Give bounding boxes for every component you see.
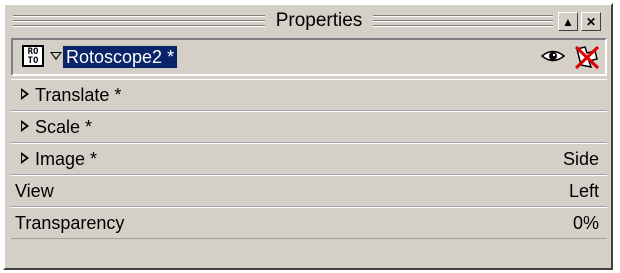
expand-icon[interactable] xyxy=(21,120,29,132)
property-row-translate[interactable]: Translate * xyxy=(11,79,607,111)
title-grip-left xyxy=(13,15,265,27)
icon-text-bottom: TO xyxy=(27,56,39,66)
expand-icon[interactable] xyxy=(21,152,29,164)
object-name[interactable]: Rotoscope2 * xyxy=(61,45,179,69)
property-row-view[interactable]: View Left xyxy=(11,175,607,207)
property-value[interactable]: 0% xyxy=(573,213,599,234)
triangle-up-icon: ▲ xyxy=(562,14,574,29)
rotoscope-icon: RO TO xyxy=(22,45,44,67)
property-row-scale[interactable]: Scale * xyxy=(11,111,607,143)
render-disabled-icon[interactable] xyxy=(573,43,601,71)
property-value[interactable]: Left xyxy=(569,181,599,202)
title-grip-right xyxy=(373,15,553,27)
property-label: Transparency xyxy=(15,213,125,233)
eye-icon[interactable] xyxy=(541,47,565,65)
expand-icon[interactable] xyxy=(21,88,29,100)
property-row-image[interactable]: Image * Side xyxy=(11,143,607,175)
property-label-text: Translate * xyxy=(35,85,122,105)
collapse-toggle-icon[interactable] xyxy=(50,52,62,60)
title-bar[interactable]: Properties ▲ ✕ xyxy=(11,8,607,34)
maximize-button[interactable]: ▲ xyxy=(558,12,578,31)
property-list: Translate * Scale * Image * Side View Le… xyxy=(11,79,607,239)
property-value[interactable]: Side xyxy=(563,149,599,170)
object-header: RO TO Rotoscope2 * xyxy=(11,38,607,76)
property-label: Translate * xyxy=(21,85,121,106)
close-icon: ✕ xyxy=(585,14,597,29)
panel-title: Properties xyxy=(275,10,363,31)
property-row-transparency[interactable]: Transparency 0% xyxy=(11,207,607,239)
property-label-text: Image * xyxy=(35,149,98,169)
close-button[interactable]: ✕ xyxy=(581,12,601,31)
property-label: Scale * xyxy=(21,117,92,138)
property-label: View xyxy=(15,181,54,201)
property-label: Image * xyxy=(21,149,97,170)
property-label-text: Scale * xyxy=(35,117,93,137)
properties-panel: Properties ▲ ✕ RO TO Rotoscope2 * Transl… xyxy=(3,3,613,270)
